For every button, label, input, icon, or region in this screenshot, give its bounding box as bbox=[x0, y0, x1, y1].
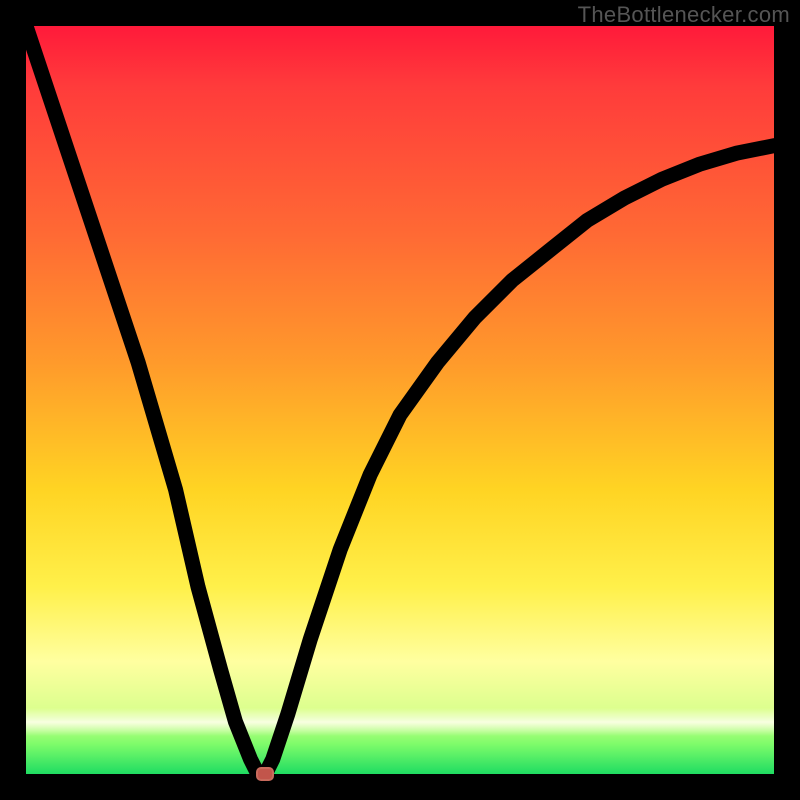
plot-area bbox=[26, 26, 774, 774]
watermark-text: TheBottlenecker.com bbox=[578, 2, 790, 28]
optimal-marker bbox=[256, 767, 274, 781]
bottleneck-curve bbox=[26, 26, 774, 774]
chart-root: TheBottlenecker.com bbox=[0, 0, 800, 800]
curve-svg bbox=[26, 26, 774, 774]
